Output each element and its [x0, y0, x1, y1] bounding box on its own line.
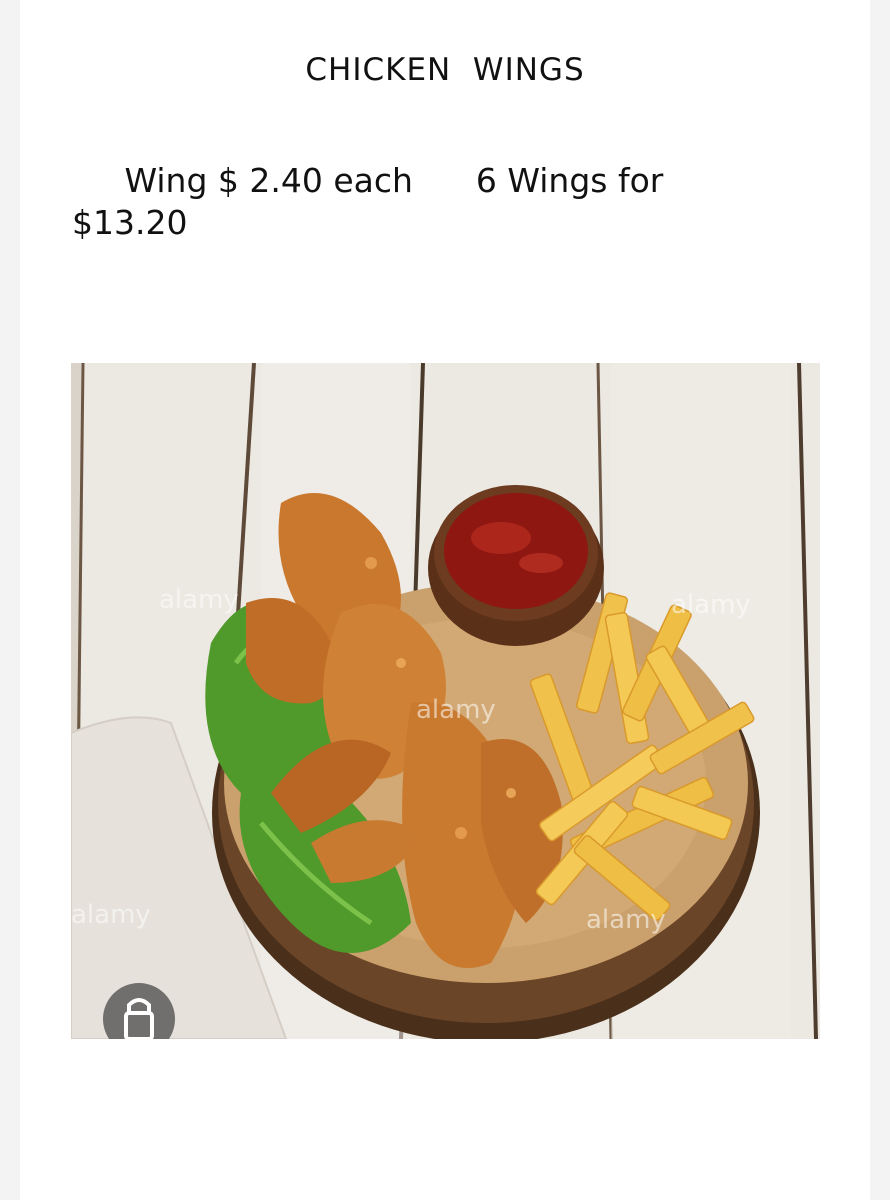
ketchup-bowl: [428, 485, 604, 646]
svg-text:alamy: alamy: [671, 590, 751, 620]
food-illustration: alamy alamy alamy alamy alamy: [71, 363, 820, 1039]
menu-page: CHICKEN WINGS Wing $ 2.40 each 6 Wings f…: [20, 0, 870, 1200]
svg-text:alamy: alamy: [71, 900, 151, 930]
chicken-wings-photo: alamy alamy alamy alamy alamy: [71, 363, 820, 1039]
page-title: CHICKEN WINGS: [305, 52, 585, 88]
svg-text:alamy: alamy: [416, 695, 496, 725]
price-text: Wing $ 2.40 each 6 Wings for $13.20: [72, 161, 674, 242]
svg-text:alamy: alamy: [159, 585, 239, 615]
svg-text:alamy: alamy: [586, 905, 666, 935]
